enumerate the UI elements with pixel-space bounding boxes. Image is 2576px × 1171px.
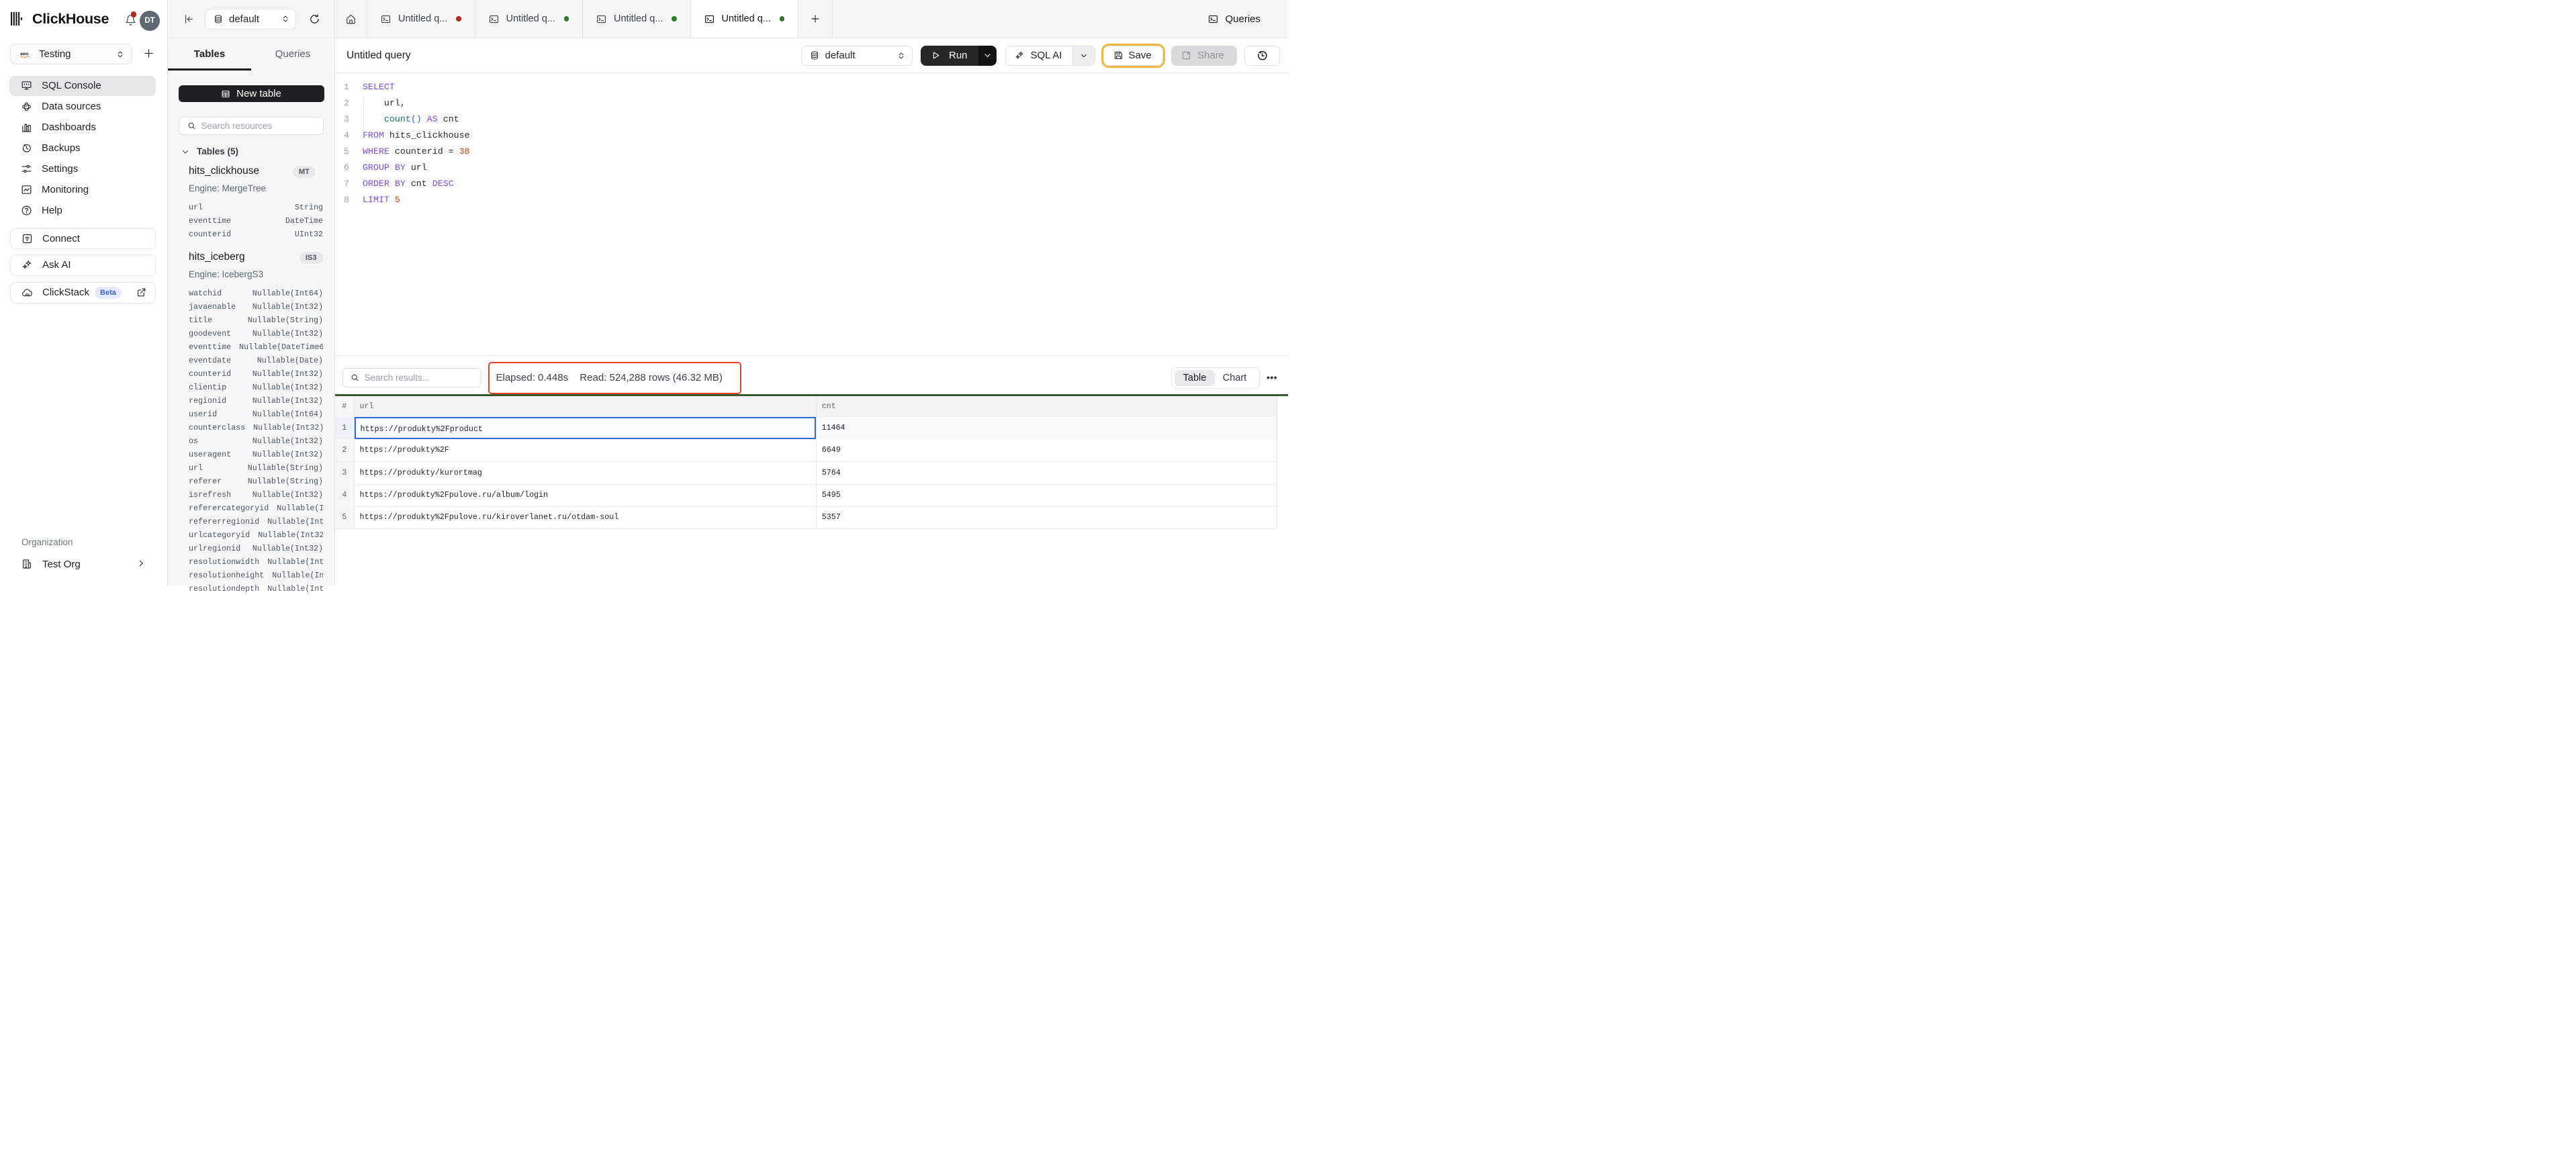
svg-text:aws: aws	[20, 51, 29, 56]
